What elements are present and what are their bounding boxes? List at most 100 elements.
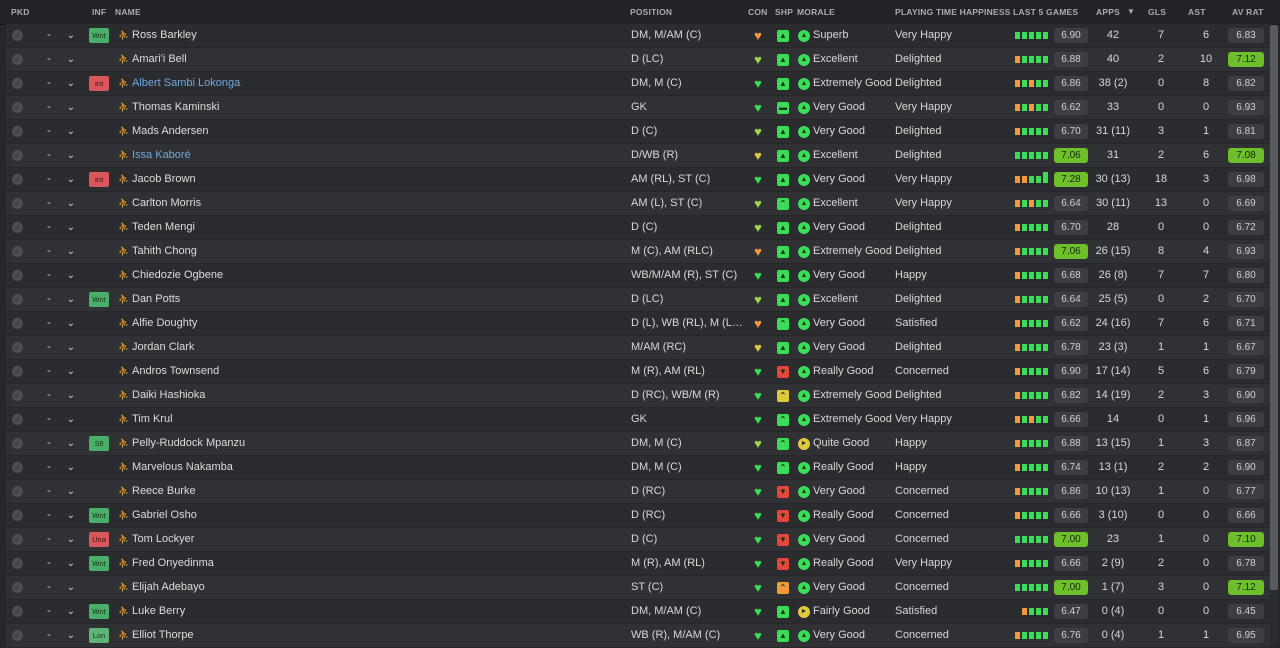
table-row[interactable]: ✓ - ⌄ ⛹ Thomas Kaminski GK ♥ ▬ ▲ Very Good Very Ha…	[6, 96, 1270, 119]
caret-down-icon[interactable]: ▼	[1127, 7, 1135, 16]
picked-checkbox[interactable]: ✓	[12, 54, 23, 65]
player-name[interactable]: Elliot Thorpe	[132, 624, 612, 647]
table-row[interactable]: ✓ - ⌄ Wnt ⛹ Gabriel Osho D (RC) ♥ ▼ ▲ Really Good C…	[6, 504, 1270, 527]
table-row[interactable]: ✓ - ⌄ Wnt ⛹ Fred Onyedinma M (R), AM (RL) ♥ ▼ ▲ Re…	[6, 552, 1270, 575]
player-name[interactable]: Amari'i Bell	[132, 48, 612, 71]
chevron-down-icon[interactable]: ⌄	[66, 264, 76, 287]
table-row[interactable]: ✓ - ⌄ ⛹ Carlton Morris AM (L), ST (C) ♥ ⌃ ▲ Excel…	[6, 192, 1270, 215]
player-name[interactable]: Thomas Kaminski	[132, 96, 612, 119]
player-name[interactable]: Reece Burke	[132, 480, 612, 503]
header-goals[interactable]: GLS	[1148, 7, 1166, 17]
table-row[interactable]: ✓ - ⌄ ⛹ Marvelous Nakamba DM, M (C) ♥ ⌃ ▲ Really …	[6, 456, 1270, 479]
picked-checkbox[interactable]: ✓	[12, 174, 23, 185]
header-playing-time-happiness[interactable]: PLAYING TIME HAPPINESS	[895, 7, 1011, 17]
table-row[interactable]: ✓ - ⌄ ⛹ Alfie Doughty D (L), WB (RL), M (L),.…	[6, 312, 1270, 335]
chevron-down-icon[interactable]: ⌄	[66, 216, 76, 239]
picked-checkbox[interactable]: ✓	[12, 318, 23, 329]
chevron-down-icon[interactable]: ⌄	[66, 408, 76, 431]
table-row[interactable]: ✓ - ⌄ ⛹ Jordan Clark M/AM (RC) ♥ ▲ ▲ Very Good Del…	[6, 336, 1270, 359]
chevron-down-icon[interactable]: ⌄	[66, 96, 76, 119]
table-row[interactable]: ✓ - ⌄ Int ⛹ Albert Sambi Lokonga DM, M (C) ♥ ▲ ▲ E…	[6, 72, 1270, 95]
player-name[interactable]: Mads Andersen	[132, 120, 612, 143]
picked-checkbox[interactable]: ✓	[12, 606, 23, 617]
chevron-down-icon[interactable]: ⌄	[66, 336, 76, 359]
picked-checkbox[interactable]: ✓	[12, 558, 23, 569]
picked-checkbox[interactable]: ✓	[12, 198, 23, 209]
player-name[interactable]: Daiki Hashioka	[132, 384, 612, 407]
player-name[interactable]: Jacob Brown	[132, 168, 612, 191]
chevron-down-icon[interactable]: ⌄	[66, 288, 76, 311]
player-name[interactable]: Alfie Doughty	[132, 312, 612, 335]
header-inf[interactable]: INF	[92, 7, 106, 17]
table-row[interactable]: ✓ - ⌄ Slt ⛹ Pelly-Ruddock Mpanzu DM, M (C) ♥ ⌃ ► Q…	[6, 432, 1270, 455]
table-row[interactable]: ✓ - ⌄ ⛹ Mads Andersen D (C) ♥ ▲ ▲ Very Good Deligh…	[6, 120, 1270, 143]
picked-checkbox[interactable]: ✓	[12, 102, 23, 113]
player-name[interactable]: Marvelous Nakamba	[132, 456, 612, 479]
table-row[interactable]: ✓ - ⌄ ⛹ Tahith Chong M (C), AM (RLC) ♥ ▲ ▲ Extrem…	[6, 240, 1270, 263]
table-row[interactable]: ✓ - ⌄ ⛹ Amari'i Bell D (LC) ♥ ▲ ▲ Excellent Deligh…	[6, 48, 1270, 71]
table-row[interactable]: ✓ - ⌄ ⛹ Issa Kaboré D/WB (R) ♥ ▲ ▲ Excellent Delig…	[6, 144, 1270, 167]
player-name[interactable]: Tom Lockyer	[132, 528, 612, 551]
chevron-down-icon[interactable]: ⌄	[66, 312, 76, 335]
picked-checkbox[interactable]: ✓	[12, 414, 23, 425]
picked-checkbox[interactable]: ✓	[12, 510, 23, 521]
header-average-rating[interactable]: AV RAT	[1232, 7, 1264, 17]
chevron-down-icon[interactable]: ⌄	[66, 480, 76, 503]
player-name[interactable]: Tim Krul	[132, 408, 612, 431]
chevron-down-icon[interactable]: ⌄	[66, 72, 76, 95]
chevron-down-icon[interactable]: ⌄	[66, 600, 76, 623]
picked-checkbox[interactable]: ✓	[12, 294, 23, 305]
picked-checkbox[interactable]: ✓	[12, 270, 23, 281]
chevron-down-icon[interactable]: ⌄	[66, 144, 76, 167]
player-name[interactable]: Teden Mengi	[132, 216, 612, 239]
header-condition[interactable]: CON	[748, 7, 768, 17]
player-name[interactable]: Gabriel Osho	[132, 504, 612, 527]
picked-checkbox[interactable]: ✓	[12, 534, 23, 545]
table-row[interactable]: ✓ - ⌄ ⛹ Chiedozie Ogbene WB/M/AM (R), ST (C) ♥…	[6, 264, 1270, 287]
table-row[interactable]: ✓ - ⌄ Una ⛹ Tom Lockyer D (C) ♥ ▼ ▲ Very Good Conce…	[6, 528, 1270, 551]
table-row[interactable]: ✓ - ⌄ Wnt ⛹ Dan Potts D (LC) ♥ ▲ ▲ Excellent Deligh…	[6, 288, 1270, 311]
picked-checkbox[interactable]: ✓	[12, 78, 23, 89]
chevron-down-icon[interactable]: ⌄	[66, 624, 76, 647]
chevron-down-icon[interactable]: ⌄	[66, 192, 76, 215]
table-row[interactable]: ✓ - ⌄ Lon ⛹ Elliot Thorpe WB (R), M/AM (C) ♥ ▲ ▲ V…	[6, 624, 1270, 647]
chevron-down-icon[interactable]: ⌄	[66, 384, 76, 407]
table-row[interactable]: ✓ - ⌄ Wnt ⛹ Luke Berry DM, M/AM (C) ♥ ▲ ► Fairly G…	[6, 600, 1270, 623]
chevron-down-icon[interactable]: ⌄	[66, 576, 76, 599]
picked-checkbox[interactable]: ✓	[12, 462, 23, 473]
table-row[interactable]: ✓ - ⌄ ⛹ Teden Mengi D (C) ♥ ▲ ▲ Very Good Delighte…	[6, 216, 1270, 239]
picked-checkbox[interactable]: ✓	[12, 630, 23, 641]
picked-checkbox[interactable]: ✓	[12, 366, 23, 377]
chevron-down-icon[interactable]: ⌄	[66, 240, 76, 263]
table-row[interactable]: ✓ - ⌄ ⛹ Daiki Hashioka D (RC), WB/M (R) ♥ ⌃ ▲ Ext…	[6, 384, 1270, 407]
chevron-down-icon[interactable]: ⌄	[66, 24, 76, 47]
header-assists[interactable]: AST	[1188, 7, 1206, 17]
player-name[interactable]: Jordan Clark	[132, 336, 612, 359]
player-name[interactable]: Andros Townsend	[132, 360, 612, 383]
chevron-down-icon[interactable]: ⌄	[66, 120, 76, 143]
player-name[interactable]: Pelly-Ruddock Mpanzu	[132, 432, 612, 455]
player-name[interactable]: Tahith Chong	[132, 240, 612, 263]
chevron-down-icon[interactable]: ⌄	[66, 504, 76, 527]
picked-checkbox[interactable]: ✓	[12, 486, 23, 497]
table-row[interactable]: ✓ - ⌄ Wnt ⛹ Ross Barkley DM, M/AM (C) ♥ ▲ ▲ Superb…	[6, 24, 1270, 47]
player-name[interactable]: Dan Potts	[132, 288, 612, 311]
picked-checkbox[interactable]: ✓	[12, 582, 23, 593]
header-morale[interactable]: MORALE	[797, 7, 835, 17]
table-row[interactable]: ✓ - ⌄ Int ⛹ Jacob Brown AM (RL), ST (C) ♥ ▲ ▲ Very…	[6, 168, 1270, 191]
header-position[interactable]: POSITION	[630, 7, 672, 17]
chevron-down-icon[interactable]: ⌄	[66, 360, 76, 383]
scrollbar-thumb[interactable]	[1270, 25, 1278, 590]
picked-checkbox[interactable]: ✓	[12, 438, 23, 449]
header-pkd[interactable]: PKD	[11, 7, 30, 17]
picked-checkbox[interactable]: ✓	[12, 342, 23, 353]
player-name[interactable]: Issa Kaboré	[132, 144, 612, 167]
picked-checkbox[interactable]: ✓	[12, 150, 23, 161]
table-row[interactable]: ✓ - ⌄ ⛹ Andros Townsend M (R), AM (RL) ♥ ▼ ▲ Real…	[6, 360, 1270, 383]
chevron-down-icon[interactable]: ⌄	[66, 552, 76, 575]
header-last-5-games[interactable]: LAST 5 GAMES	[1013, 7, 1078, 17]
player-name[interactable]: Elijah Adebayo	[132, 576, 612, 599]
picked-checkbox[interactable]: ✓	[12, 390, 23, 401]
picked-checkbox[interactable]: ✓	[12, 246, 23, 257]
header-sharpness[interactable]: SHP	[775, 7, 793, 17]
